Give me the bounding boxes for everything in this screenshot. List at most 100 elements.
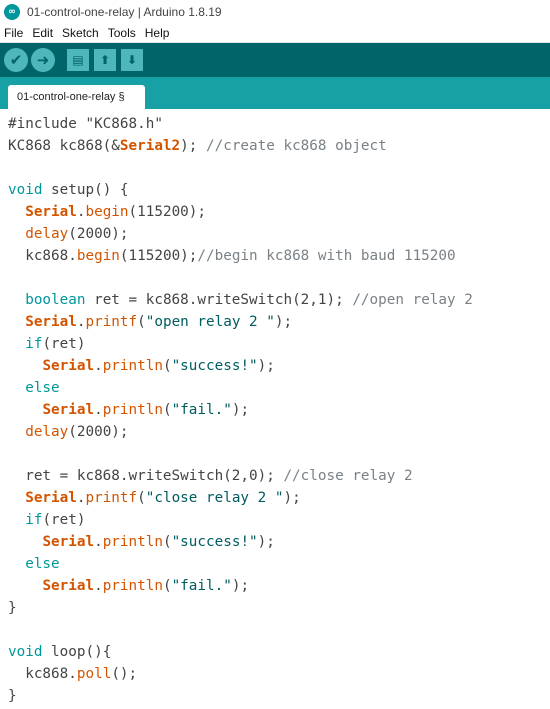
code-token: println: [102, 578, 163, 594]
menu-edit[interactable]: Edit: [28, 26, 58, 40]
code-token: "success!": [171, 358, 258, 374]
code-token: Serial: [42, 402, 95, 418]
menu-bar: File Edit Sketch Tools Help: [0, 24, 550, 43]
open-sketch-button[interactable]: ⬆: [94, 49, 116, 71]
code-token: );: [180, 138, 206, 154]
code-line[interactable]: Serial.printf("close relay 2 ");: [8, 487, 300, 509]
code-token: "fail.": [171, 402, 232, 418]
code-token: "open relay 2 ": [145, 314, 275, 330]
code-token: .: [94, 578, 103, 594]
code-token: "close relay 2 ": [145, 490, 284, 506]
menu-file[interactable]: File: [0, 26, 28, 40]
tab-sketch[interactable]: 01-control-one-relay §: [8, 85, 145, 109]
toolbar: ✔ ➜ ▤ ⬆ ⬇: [0, 43, 550, 77]
code-token: (: [137, 314, 146, 330]
code-line[interactable]: KC868 kc868(&Serial2); //create kc868 ob…: [8, 135, 387, 157]
code-line[interactable]: else: [8, 553, 60, 575]
code-token: //open relay 2: [352, 292, 473, 308]
code-token: poll: [76, 666, 112, 682]
code-token: kc868.: [8, 248, 77, 264]
code-token: );: [231, 402, 250, 418]
code-token: );: [257, 358, 275, 374]
arrow-right-icon: ➜: [36, 51, 50, 69]
code-token: printf: [85, 490, 138, 506]
code-line[interactable]: Serial.println("success!");: [8, 531, 274, 553]
new-sketch-button[interactable]: ▤: [67, 49, 89, 71]
code-token: println: [102, 534, 163, 550]
code-token: .: [94, 358, 103, 374]
verify-button[interactable]: ✔: [4, 48, 28, 72]
title-bar: ∞ 01-control-one-relay | Arduino 1.8.19: [0, 0, 550, 24]
code-token: println: [102, 402, 163, 418]
code-line[interactable]: kc868.begin(115200);//begin kc868 with b…: [8, 245, 455, 267]
code-token: (ret): [42, 512, 86, 528]
code-token: "success!": [171, 534, 258, 550]
code-token: ret = kc868.writeSwitch(2,0);: [8, 468, 284, 484]
code-token: delay: [25, 424, 69, 440]
code-line[interactable]: }: [8, 685, 17, 707]
code-line[interactable]: delay(2000);: [8, 421, 129, 443]
code-line[interactable]: Serial.println("fail.");: [8, 399, 249, 421]
code-token: boolean: [25, 292, 86, 308]
upload-button[interactable]: ➜: [31, 48, 55, 72]
code-token: (: [162, 358, 172, 374]
code-token: printf: [85, 314, 138, 330]
code-line[interactable]: else: [8, 377, 60, 399]
code-token: (: [162, 534, 172, 550]
code-token: else: [25, 556, 60, 572]
save-sketch-button[interactable]: ⬇: [121, 49, 143, 71]
code-line[interactable]: delay(2000);: [8, 223, 129, 245]
code-line[interactable]: Serial.printf("open relay 2 ");: [8, 311, 292, 333]
code-line[interactable]: kc868.poll();: [8, 663, 137, 685]
code-line[interactable]: void loop(){: [8, 641, 111, 663]
code-line[interactable]: void setup() {: [8, 179, 129, 201]
arrow-down-icon: ⬇: [126, 53, 138, 67]
code-token: Serial: [42, 534, 95, 550]
code-token: }: [8, 600, 17, 616]
code-token: (: [162, 578, 172, 594]
code-editor[interactable]: #include "KC868.h" KC868 kc868(&Serial2);…: [0, 109, 550, 709]
arrow-up-icon: ⬆: [99, 53, 111, 67]
code-token: begin: [76, 248, 120, 264]
code-line[interactable]: #include "KC868.h": [8, 113, 163, 135]
code-token: println: [102, 358, 163, 374]
menu-sketch[interactable]: Sketch: [58, 26, 104, 40]
code-token: Serial2: [119, 138, 181, 154]
code-token: (: [137, 490, 146, 506]
code-token: Serial: [25, 314, 77, 330]
code-line[interactable]: Serial.begin(115200);: [8, 201, 206, 223]
code-token: if: [25, 336, 43, 352]
code-token: ret = kc868.writeSwitch(2,1);: [85, 292, 353, 308]
code-token: Serial: [42, 358, 95, 374]
code-token: if: [25, 512, 43, 528]
code-token: else: [25, 380, 60, 396]
code-token: }: [8, 688, 17, 704]
code-line[interactable]: Serial.println("fail.");: [8, 575, 249, 597]
code-token: begin: [85, 204, 129, 220]
code-token: (115200);: [119, 248, 198, 264]
code-token: //close relay 2: [283, 468, 413, 484]
code-token: #include "KC868.h": [8, 116, 163, 132]
code-line[interactable]: ret = kc868.writeSwitch(2,0); //close re…: [8, 465, 413, 487]
menu-help[interactable]: Help: [141, 26, 175, 40]
code-line[interactable]: if(ret): [8, 509, 85, 531]
code-token: (2000);: [68, 226, 129, 242]
code-token: (2000);: [68, 424, 129, 440]
code-line[interactable]: boolean ret = kc868.writeSwitch(2,1); //…: [8, 289, 473, 311]
code-token: .: [94, 534, 103, 550]
code-line[interactable]: }: [8, 597, 17, 619]
code-line[interactable]: Serial.println("success!");: [8, 355, 275, 377]
code-token: setup() {: [42, 182, 129, 198]
menu-tools[interactable]: Tools: [104, 26, 141, 40]
code-token: "fail.": [171, 578, 232, 594]
code-line[interactable]: if(ret): [8, 333, 85, 355]
